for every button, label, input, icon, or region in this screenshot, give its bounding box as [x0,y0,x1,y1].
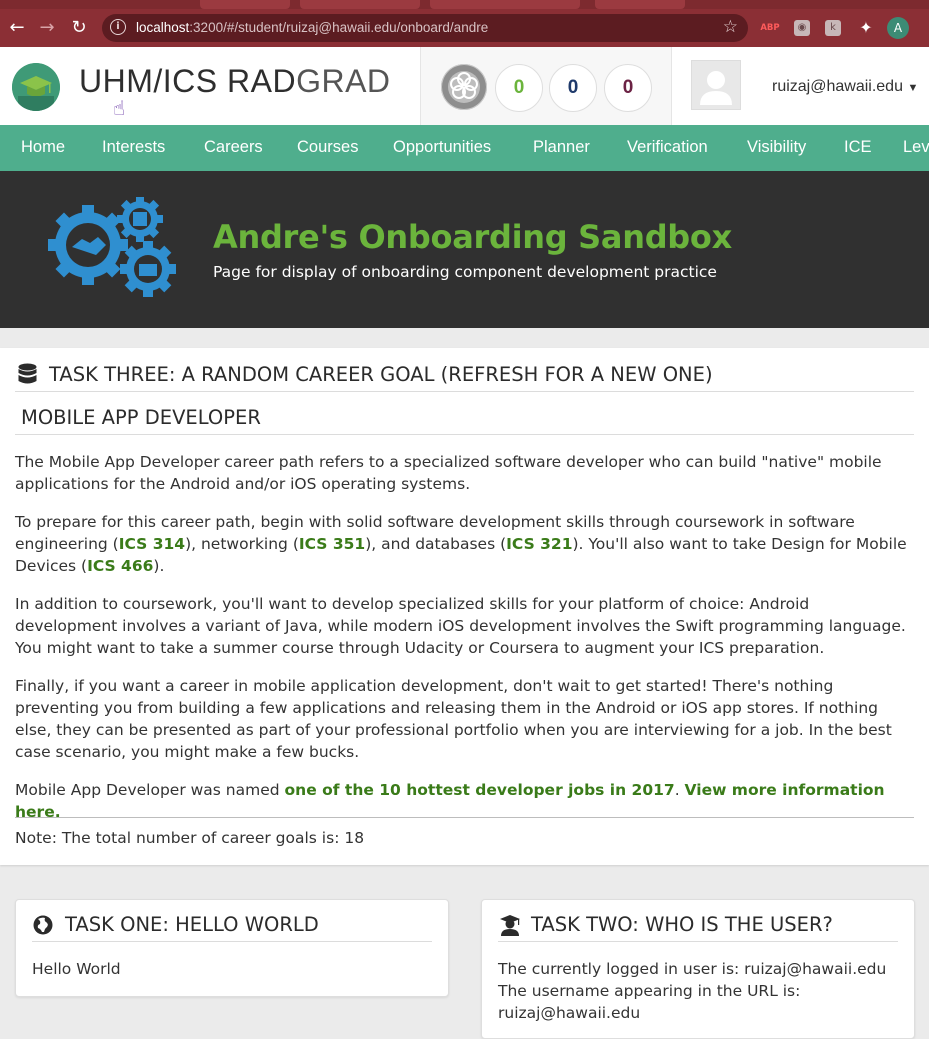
course-link-ics466[interactable]: ICS 466 [87,557,153,575]
description-paragraph-4: Finally, if you want a career in mobile … [15,677,892,761]
browser-tab[interactable] [430,0,580,9]
goal-divider [15,434,914,435]
text-segment: . [674,781,685,799]
logo-text-main: UHM/ICS RAD [79,63,297,99]
nav-item-interests[interactable]: Interests [102,138,165,157]
browser-tab[interactable] [200,0,290,9]
nav-item-courses[interactable]: Courses [297,138,358,157]
course-link-ics351[interactable]: ICS 351 [299,535,365,553]
hottest-jobs-link[interactable]: one of the 10 hottest developer jobs in … [285,781,675,799]
text-segment: ), networking ( [185,535,299,553]
url-text[interactable]: localhost:3200/#/student/ruizaj@hawaii.e… [136,20,488,35]
main-nav: Home Interests Careers Courses Opportuni… [0,125,929,171]
forward-icon[interactable]: → [36,17,58,39]
interests-counter[interactable]: 0 [495,64,543,112]
camera-extension-icon[interactable]: ◉ [794,20,810,36]
radgrad-logo-icon[interactable] [12,63,60,111]
browser-tab-strip [0,0,929,9]
task-three-header: TASK THREE: A RANDOM CAREER GOAL (REFRES… [49,363,713,386]
user-menu-dropdown[interactable]: ruizaj@hawaii.edu ▼ [772,78,918,96]
url-path: :3200/#/student/ruizaj@hawaii.edu/onboar… [189,20,489,35]
text-segment: Mobile App Developer was named [15,781,285,799]
adblock-extension-icon[interactable]: ABP [760,20,780,36]
bookmark-star-icon[interactable]: ☆ [723,17,738,37]
database-icon [18,363,37,384]
k-extension-icon[interactable]: k [825,20,841,36]
career-goal-name: MOBILE APP DEVELOPER [21,406,261,429]
task-one-card: TASK ONE: HELLO WORLD Hello World [15,899,449,997]
nav-item-verification[interactable]: Verification [627,138,708,157]
user-email: ruizaj@hawaii.edu [772,78,903,95]
gears-icon [48,197,176,297]
page-banner: Andre's Onboarding Sandbox Page for disp… [0,171,929,328]
logo-text-light: GRAD [296,63,391,99]
reload-icon[interactable]: ↻ [68,17,90,39]
task-three-card: TASK THREE: A RANDOM CAREER GOAL (REFRES… [0,348,929,865]
task-one-header: TASK ONE: HELLO WORLD [65,913,319,936]
user-graduate-icon [500,915,520,936]
globe-icon [33,915,53,935]
nav-item-levels[interactable]: Lev [903,138,929,157]
user-avatar-icon[interactable] [691,60,741,110]
banner-title: Andre's Onboarding Sandbox [213,218,732,256]
career-goals-count-note: Note: The total number of career goals i… [15,829,365,847]
back-icon[interactable]: ← [6,17,28,39]
app-logo-text[interactable]: UHM/ICS RADGRAD [79,63,391,100]
task-two-card: TASK TWO: WHO IS THE USER? The currently… [481,899,915,1039]
description-paragraph-3: In addition to coursework, you'll want t… [15,595,906,657]
url-host: localhost [136,20,190,35]
hand-cursor-icon: ☝ [113,96,126,120]
nav-item-planner[interactable]: Planner [533,138,590,157]
header-divider [15,391,914,392]
extensions-puzzle-icon[interactable]: ✦ [857,20,875,36]
nav-item-ice[interactable]: ICE [844,138,872,157]
level-badge-icon[interactable] [441,64,487,110]
browser-tab[interactable] [300,0,420,9]
url-username-label: The username appearing in the URL is: [498,982,801,1000]
counter-value: 0 [567,77,579,98]
careers-counter[interactable]: 0 [549,64,597,112]
courses-counter[interactable]: 0 [604,64,652,112]
address-bar[interactable]: i localhost:3200/#/student/ruizaj@hawaii… [102,14,748,42]
header-divider [498,941,898,942]
course-link-ics321[interactable]: ICS 321 [506,535,572,553]
description-paragraph-1: The Mobile App Developer career path ref… [15,453,882,493]
profile-avatar-icon[interactable]: A [887,17,909,39]
url-username-value: ruizaj@hawaii.edu [498,1004,641,1022]
logged-in-user-text: The currently logged in user is: ruizaj@… [498,960,887,978]
browser-toolbar: ← → ↻ i localhost:3200/#/student/ruizaj@… [0,9,929,47]
course-link-ics314[interactable]: ICS 314 [119,535,185,553]
description-paragraph-2: To prepare for this career path, begin w… [15,511,910,577]
site-info-icon[interactable]: i [110,19,126,35]
counter-value: 0 [622,77,634,98]
counter-value: 0 [513,77,525,98]
hello-world-text: Hello World [32,960,121,978]
browser-tab[interactable] [595,0,685,9]
text-segment: ), and databases ( [365,535,507,553]
nav-item-careers[interactable]: Careers [204,138,263,157]
header-divider [32,941,432,942]
nav-item-home[interactable]: Home [21,138,65,157]
nav-item-visibility[interactable]: Visibility [747,138,806,157]
task-two-header: TASK TWO: WHO IS THE USER? [531,913,833,936]
chevron-down-icon: ▼ [907,82,919,94]
banner-subtitle: Page for display of onboarding component… [213,263,717,281]
nav-item-opportunities[interactable]: Opportunities [393,138,491,157]
text-segment: ). [153,557,165,575]
note-divider [15,817,914,818]
